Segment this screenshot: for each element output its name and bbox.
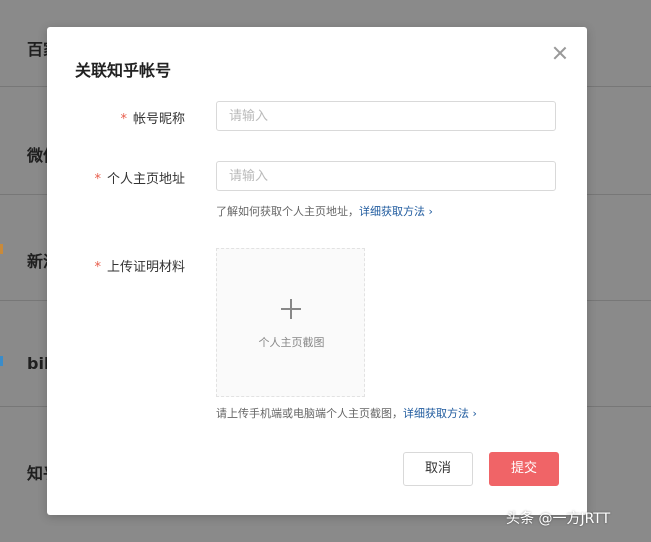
- watermark: 头条 @一方JRTT: [506, 511, 611, 527]
- chevron-right-icon: ›: [472, 407, 477, 420]
- hint-text: 了解如何获取个人主页地址，: [216, 205, 359, 218]
- dialog-title: 关联知乎帐号: [75, 61, 172, 80]
- homepage-url-input[interactable]: [216, 161, 556, 191]
- upload-help-link-text: 详细获取方法: [403, 407, 469, 420]
- url-help-link-text: 详细获取方法: [359, 205, 425, 218]
- nickname-input[interactable]: [216, 101, 556, 131]
- proof-upload-label-text: 上传证明材料: [106, 260, 185, 275]
- required-mark: *: [94, 260, 101, 275]
- screenshot-upload-area[interactable]: 个人主页截图: [216, 248, 365, 397]
- upload-help-link[interactable]: 详细获取方法 ›: [403, 407, 477, 420]
- nickname-label-text: 帐号昵称: [132, 112, 185, 127]
- close-icon[interactable]: [551, 44, 569, 62]
- nickname-label: * 帐号昵称: [47, 108, 185, 127]
- homepage-url-hint: 了解如何获取个人主页地址，详细获取方法 ›: [216, 203, 433, 219]
- cancel-button[interactable]: 取消: [403, 452, 473, 486]
- required-mark: *: [94, 172, 101, 187]
- bg-logo-mark: [0, 356, 3, 366]
- required-mark: *: [120, 112, 127, 127]
- upload-hint: 请上传手机端或电脑端个人主页截图，详细获取方法 ›: [216, 405, 477, 421]
- proof-upload-label: * 上传证明材料: [47, 256, 185, 275]
- hint-text: 请上传手机端或电脑端个人主页截图，: [216, 407, 403, 420]
- url-help-link[interactable]: 详细获取方法 ›: [359, 205, 433, 218]
- link-account-dialog: 关联知乎帐号 *帐号昵称 *个人主页地址 了解如何获取个人主页地址，详细获取方法…: [47, 27, 587, 515]
- bg-logo-mark: [0, 244, 3, 254]
- homepage-url-label: * 个人主页地址: [47, 168, 185, 187]
- homepage-url-label-text: 个人主页地址: [106, 172, 185, 187]
- chevron-right-icon: ›: [428, 205, 433, 218]
- submit-button[interactable]: 提交: [489, 452, 559, 486]
- upload-label: 个人主页截图: [258, 336, 325, 349]
- plus-icon: [281, 299, 301, 319]
